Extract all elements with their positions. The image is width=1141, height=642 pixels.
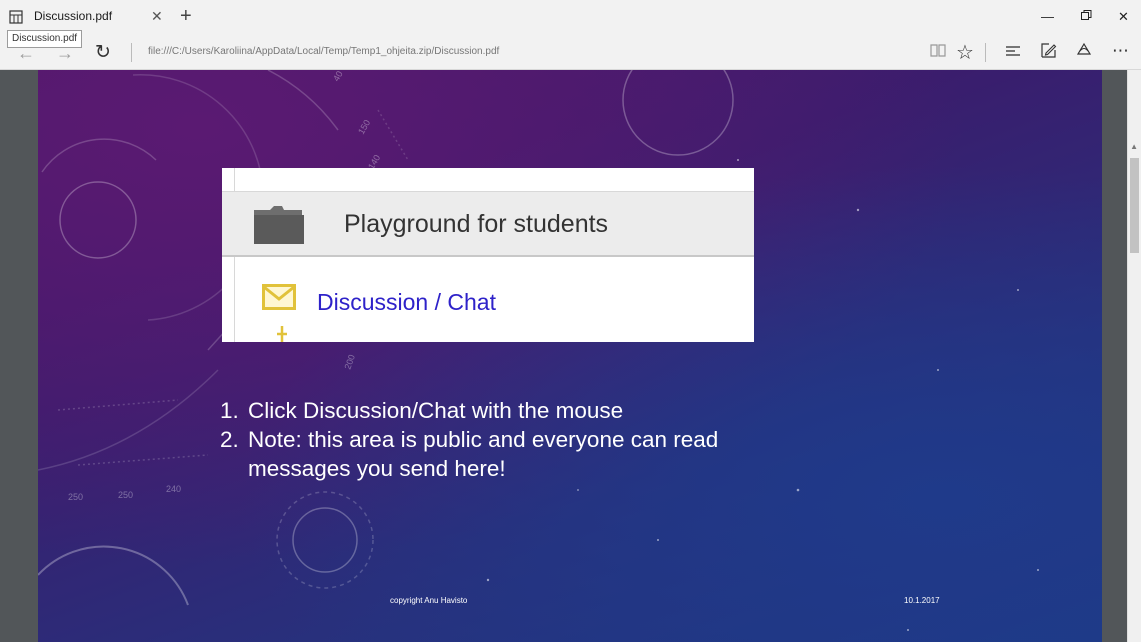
section-title: Playground for students — [344, 210, 609, 238]
dial-number: 200 — [342, 353, 357, 371]
address-bar[interactable]: file:///C:/Users/Karoliina/AppData/Local… — [148, 46, 499, 57]
instruction-number: 2. — [220, 427, 239, 452]
instruction-text: Click Discussion/Chat with the mouse — [248, 398, 624, 423]
cursor-icon — [277, 326, 287, 342]
toolbar-separator — [985, 43, 986, 62]
navigation-bar: ← → ↻ file:///C:/Users/Karoliina/AppData… — [0, 35, 1141, 70]
dial-number: 240 — [166, 484, 181, 494]
instruction-number: 1. — [220, 398, 239, 423]
date-footer: 10.1.2017 — [904, 596, 940, 605]
favorite-star-icon[interactable]: ☆ — [956, 40, 974, 65]
dial-number: 250 — [68, 492, 83, 502]
vertical-scrollbar[interactable]: ▲ — [1127, 70, 1141, 642]
hub-icon[interactable] — [1005, 42, 1021, 62]
more-icon[interactable]: ⋯ — [1112, 41, 1129, 61]
restore-icon[interactable] — [1081, 9, 1092, 24]
dial-number: 40 — [331, 70, 345, 83]
instruction-text: Note: this area is public and everyone c… — [248, 427, 719, 481]
tab-tooltip: Discussion.pdf — [7, 30, 83, 48]
refresh-icon[interactable]: ↻ — [95, 41, 111, 64]
minimize-icon[interactable]: — — [1041, 9, 1054, 24]
scroll-up-arrow-icon[interactable]: ▲ — [1130, 142, 1138, 151]
scroll-thumb[interactable] — [1130, 158, 1139, 253]
discussion-chat-link[interactable]: Discussion / Chat — [317, 289, 496, 316]
instruction-item: 1. Click Discussion/Chat with the mouse — [220, 396, 820, 425]
screenshot-snippet: Playground for students Discussion / Cha… — [222, 168, 754, 342]
address-separator — [131, 43, 132, 62]
copyright-footer: copyright Anu Havisto — [390, 596, 468, 605]
close-window-icon[interactable]: ✕ — [1118, 9, 1129, 25]
folder-icon — [254, 206, 304, 244]
tab-title: Discussion.pdf — [34, 9, 113, 23]
pdf-slide: 250 250 240 150 140 40 200 Playground fo… — [38, 70, 1102, 642]
instruction-item: 2. Note: this area is public and everyon… — [220, 425, 820, 483]
new-tab-button[interactable]: + — [180, 5, 192, 28]
pdf-document-icon — [9, 10, 23, 24]
web-note-icon[interactable] — [1040, 42, 1057, 63]
dial-number: 150 — [356, 118, 372, 136]
reading-view-icon[interactable] — [930, 42, 946, 62]
title-bar: Discussion.pdf ✕ + — ✕ — [0, 0, 1141, 35]
share-icon[interactable] — [1076, 42, 1092, 63]
instruction-list: 1. Click Discussion/Chat with the mouse … — [220, 396, 820, 483]
mail-icon — [262, 284, 296, 310]
dial-number: 250 — [118, 490, 133, 500]
slide-decoration: 250 250 240 150 140 40 200 — [38, 70, 1039, 631]
close-icon[interactable]: ✕ — [151, 8, 163, 25]
